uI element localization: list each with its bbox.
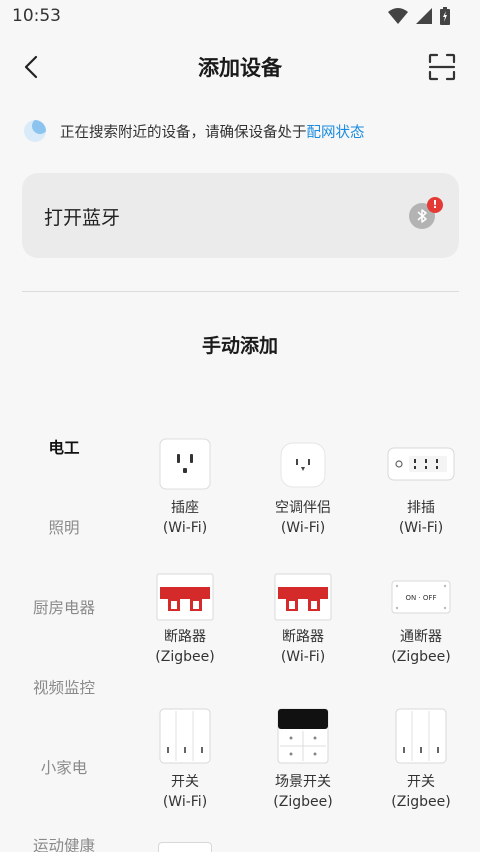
page-title: 添加设备 bbox=[198, 56, 282, 80]
device-protocol: (Wi-Fi) bbox=[162, 794, 208, 810]
circuit-breaker-icon bbox=[155, 573, 215, 621]
alert-badge: ! bbox=[427, 197, 443, 213]
device-breaker-wifi[interactable]: 断路器 (Wi-Fi) bbox=[244, 573, 362, 667]
category-kitchen[interactable]: 厨房电器 bbox=[0, 596, 128, 618]
device-on-off-zigbee[interactable]: ON · OFF 通断器 (Zigbee) bbox=[362, 573, 480, 667]
scan-icon bbox=[428, 53, 456, 81]
device-partial[interactable] bbox=[158, 842, 212, 852]
device-protocol: (Zigbee) bbox=[273, 794, 333, 810]
on-off-module-icon: ON · OFF bbox=[390, 573, 452, 621]
bluetooth-label: 打开蓝牙 bbox=[44, 207, 121, 229]
status-bar: 10:53 bbox=[0, 0, 480, 34]
category-electrical[interactable]: 电工 bbox=[0, 436, 128, 458]
device-ac-companion-wifi[interactable]: 空调伴侣 (Wi-Fi) bbox=[244, 436, 362, 538]
wall-switch-icon bbox=[157, 706, 213, 766]
scan-button[interactable] bbox=[428, 53, 456, 81]
scene-switch-icon bbox=[275, 706, 331, 766]
ac-companion-icon bbox=[275, 436, 331, 492]
category-video-surveillance[interactable]: 视频监控 bbox=[0, 676, 128, 698]
battery-icon bbox=[440, 7, 450, 25]
cellular-signal-icon bbox=[416, 8, 432, 24]
device-protocol: (Zigbee) bbox=[391, 794, 451, 810]
device-switch-wifi[interactable]: 开关 (Wi-Fi) bbox=[126, 706, 244, 812]
device-name: 通断器 bbox=[400, 629, 442, 645]
device-name: 断路器 bbox=[282, 629, 324, 645]
device-protocol: (Wi-Fi) bbox=[398, 520, 444, 536]
device-name: 插座 bbox=[171, 500, 199, 516]
status-icons bbox=[388, 7, 450, 25]
hint-text: 正在搜索附近的设备，请确保设备处于 bbox=[60, 124, 307, 141]
device-power-strip-wifi[interactable]: 排插 (Wi-Fi) bbox=[362, 436, 480, 538]
wifi-icon bbox=[388, 8, 408, 24]
searching-icon bbox=[24, 120, 46, 142]
circuit-breaker-icon bbox=[273, 573, 333, 621]
category-lighting[interactable]: 照明 bbox=[0, 516, 128, 538]
header: 添加设备 bbox=[0, 40, 480, 94]
pairing-mode-link[interactable]: 配网状态 bbox=[307, 121, 365, 142]
bluetooth-icon: ! bbox=[409, 197, 443, 229]
on-off-label: ON · OFF bbox=[406, 594, 437, 602]
wall-switch-icon bbox=[393, 706, 449, 766]
device-name: 场景开关 bbox=[275, 774, 331, 790]
category-sports-health[interactable]: 运动健康 bbox=[0, 834, 128, 852]
device-name: 排插 bbox=[407, 500, 435, 516]
status-time: 10:53 bbox=[12, 6, 61, 26]
device-name: 空调伴侣 bbox=[275, 500, 331, 516]
device-scene-switch-zigbee[interactable]: 场景开关 (Zigbee) bbox=[244, 706, 362, 812]
device-protocol: (Zigbee) bbox=[391, 649, 451, 665]
power-strip-icon bbox=[386, 436, 456, 492]
wall-socket-icon bbox=[157, 436, 213, 492]
divider bbox=[22, 291, 459, 292]
device-breaker-zigbee[interactable]: 断路器 (Zigbee) bbox=[126, 573, 244, 667]
section-title: 手动添加 bbox=[201, 335, 278, 357]
device-protocol: (Wi-Fi) bbox=[280, 649, 326, 665]
device-protocol: (Zigbee) bbox=[155, 649, 215, 665]
search-hint: 正在搜索附近的设备，请确保设备处于 配网状态 bbox=[24, 120, 365, 142]
device-name: 断路器 bbox=[164, 629, 206, 645]
device-protocol: (Wi-Fi) bbox=[280, 520, 326, 536]
category-small-appliances[interactable]: 小家电 bbox=[0, 756, 128, 778]
device-name: 开关 bbox=[171, 774, 199, 790]
device-socket-wifi[interactable]: 插座 (Wi-Fi) bbox=[126, 436, 244, 538]
bluetooth-card[interactable]: 打开蓝牙 ! bbox=[22, 173, 459, 258]
device-name: 开关 bbox=[407, 774, 435, 790]
device-switch-zigbee[interactable]: 开关 (Zigbee) bbox=[362, 706, 480, 812]
device-protocol: (Wi-Fi) bbox=[162, 520, 208, 536]
